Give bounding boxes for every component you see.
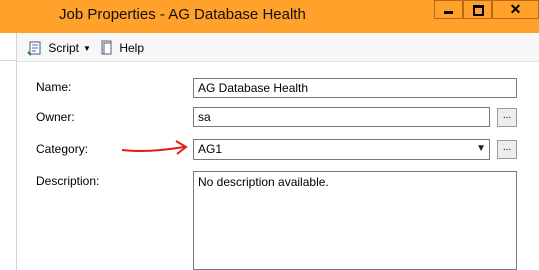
script-icon [27,41,41,56]
close-button[interactable]: ✕ [492,0,539,19]
owner-input[interactable]: sa [193,107,490,127]
chevron-down-icon: ▼ [476,143,486,154]
script-label: Script [48,40,80,55]
minimize-icon [444,11,453,14]
help-icon [101,40,112,55]
annotation-arrow-icon [121,140,188,155]
category-select[interactable]: AG1 ▼ [193,139,490,160]
toolbar: Script ▼ Help [17,33,539,62]
description-label: Description: [36,174,100,188]
owner-label: Owner: [36,110,75,124]
minimize-button[interactable] [434,0,463,19]
help-label: Help [119,40,145,55]
left-pane [0,33,17,270]
name-input[interactable]: AG Database Health [193,78,517,98]
close-icon: ✕ [509,1,522,17]
maximize-button[interactable] [463,0,492,19]
description-value: No description available. [198,175,329,189]
left-pane-divider [0,60,16,61]
maximize-icon [473,5,484,16]
window-title: Job Properties - AG Database Health [59,6,306,23]
title-bar: Job Properties - AG Database Health ✕ [0,0,539,33]
category-browse-button[interactable]: ... [497,140,517,159]
description-textarea[interactable]: No description available. [193,171,517,270]
name-value: AG Database Health [198,81,309,95]
owner-value: sa [198,110,211,124]
owner-browse-button[interactable]: ... [497,108,517,127]
name-label: Name: [36,80,72,94]
chevron-down-icon: ▼ [83,44,91,53]
script-button[interactable]: Script [27,38,79,56]
category-label: Category: [36,142,89,156]
script-dropdown-button[interactable]: ▼ [83,38,91,56]
category-value: AG1 [198,142,223,156]
help-button[interactable]: Help [100,38,144,56]
